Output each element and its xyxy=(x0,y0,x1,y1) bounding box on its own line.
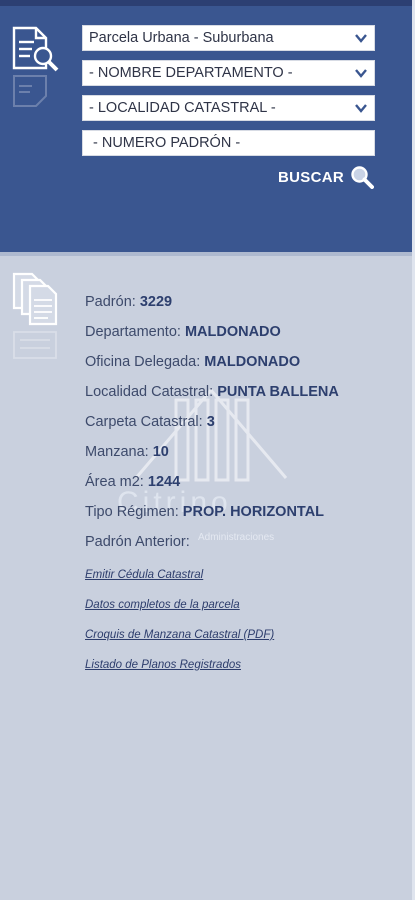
regimen-label: Tipo Régimen: xyxy=(85,504,179,520)
localidad-value: PUNTA BALLENA xyxy=(217,384,339,400)
chevron-down-icon xyxy=(355,69,367,78)
padron-anterior-label: Padrón Anterior: xyxy=(85,534,190,550)
oficina-value: MALDONADO xyxy=(204,354,301,370)
actions-list: Emitir Cédula Catastral Datos completos … xyxy=(85,566,274,686)
listado-planos-link[interactable]: Listado de Planos Registrados xyxy=(85,656,274,686)
departamento-value: MALDONADO xyxy=(184,324,281,340)
area-row: Área m2: 1244 xyxy=(85,470,405,500)
tipo-parcela-select[interactable]: Parcela Urbana - Suburbana xyxy=(82,25,375,51)
document-search-icon xyxy=(12,26,59,107)
departamento-select[interactable]: - NOMBRE DEPARTAMENTO - xyxy=(82,60,375,86)
padron-label: Padrón: xyxy=(85,294,136,310)
panel-divider xyxy=(0,252,415,256)
carpeta-row: Carpeta Catastral: 3 xyxy=(85,410,405,440)
padron-placeholder: - NUMERO PADRÓN - xyxy=(93,135,241,151)
datos-parcela-link[interactable]: Datos completos de la parcela xyxy=(85,596,274,626)
padron-row: Padrón: 3229 xyxy=(85,290,405,320)
buscar-label: BUSCAR xyxy=(278,168,344,186)
padron-input[interactable]: - NUMERO PADRÓN - xyxy=(82,130,375,156)
carpeta-value: 3 xyxy=(206,414,215,430)
chevron-down-icon xyxy=(355,34,367,43)
manzana-value: 10 xyxy=(152,444,169,460)
regimen-row: Tipo Régimen: PROP. HORIZONTAL xyxy=(85,500,405,530)
departamento-row: Departamento: MALDONADO xyxy=(85,320,405,350)
carpeta-label: Carpeta Catastral: xyxy=(85,414,203,430)
padron-anterior-row: Padrón Anterior: xyxy=(85,530,405,560)
localidad-select[interactable]: - LOCALIDAD CATASTRAL - xyxy=(82,95,375,121)
padron-value: 3229 xyxy=(139,294,173,310)
departamento-label: Departamento: xyxy=(85,324,181,340)
manzana-label: Manzana: xyxy=(85,444,149,460)
emitir-cedula-link[interactable]: Emitir Cédula Catastral xyxy=(85,566,274,596)
tipo-parcela-value: Parcela Urbana - Suburbana xyxy=(89,30,274,46)
documents-stack-icon xyxy=(12,272,58,359)
croquis-manzana-link[interactable]: Croquis de Manzana Catastral (PDF) xyxy=(85,626,274,656)
regimen-value: PROP. HORIZONTAL xyxy=(182,504,325,520)
buscar-button[interactable]: BUSCAR xyxy=(278,164,374,190)
oficina-row: Oficina Delegada: MALDONADO xyxy=(85,350,405,380)
area-value: 1244 xyxy=(147,474,181,490)
area-label: Área m2: xyxy=(85,474,144,490)
chevron-down-icon xyxy=(355,104,367,113)
localidad-row: Localidad Catastral: PUNTA BALLENA xyxy=(85,380,405,410)
departamento-value: - NOMBRE DEPARTAMENTO - xyxy=(89,65,293,81)
manzana-row: Manzana: 10 xyxy=(85,440,405,470)
localidad-label: Localidad Catastral: xyxy=(85,384,214,400)
magnifier-icon xyxy=(351,166,374,189)
oficina-label: Oficina Delegada: xyxy=(85,354,201,370)
parcel-info: Padrón: 3229 Departamento: MALDONADO Ofi… xyxy=(85,290,405,560)
localidad-value: - LOCALIDAD CATASTRAL - xyxy=(89,100,276,116)
